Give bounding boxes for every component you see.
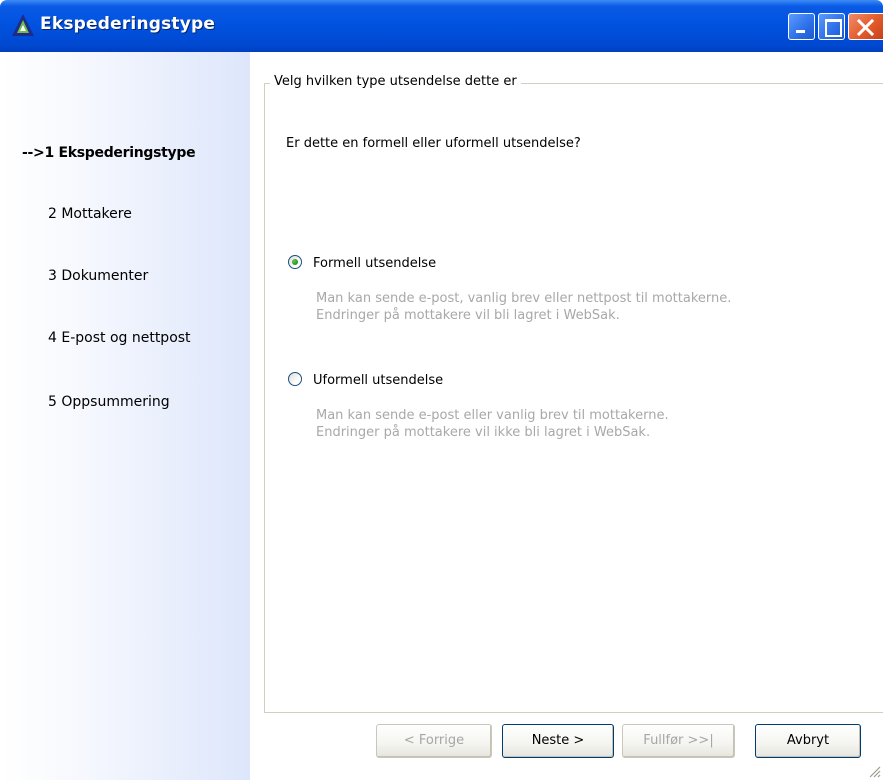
informal-radio[interactable] [288, 372, 302, 386]
informal-description-line1: Man kan sende e-post eller vanlig brev t… [316, 408, 669, 423]
window-title: Ekspederingstype [40, 14, 216, 34]
finish-button[interactable]: Fullfør >>| [622, 724, 735, 758]
step-mottakere: 2 Mottakere [48, 206, 132, 222]
minimize-button[interactable] [788, 13, 815, 40]
app-logo-icon [12, 14, 34, 36]
cancel-button[interactable]: Avbryt [755, 724, 861, 758]
dispatch-type-group [264, 83, 883, 713]
step-e-post-og-nettpost: 4 E-post og nettpost [48, 330, 191, 346]
close-icon [857, 19, 874, 36]
close-button[interactable] [848, 13, 883, 40]
formal-description-line2: Endringer på mottakere vil bli lagret i … [316, 308, 620, 323]
informal-radio-label[interactable]: Uformell utsendelse [313, 373, 443, 388]
question-text: Er dette en formell eller uformell utsen… [286, 136, 581, 151]
formal-radio-label[interactable]: Formell utsendelse [313, 256, 436, 271]
formal-description-line1: Man kan sende e-post, vanlig brev eller … [316, 291, 732, 306]
wizard-steps-pane: -->1 Ekspederingstype 2 Mottakere 3 Doku… [0, 52, 250, 780]
step-oppsummering: 5 Oppsummering [48, 394, 170, 410]
next-button[interactable]: Neste > [502, 724, 614, 758]
step-ekspederingstype: -->1 Ekspederingstype [22, 145, 196, 161]
formal-radio[interactable] [288, 255, 302, 269]
title-bar[interactable]: Ekspederingstype [0, 0, 883, 52]
resize-grip-icon[interactable] [867, 764, 881, 778]
back-button[interactable]: < Forrige [376, 724, 492, 758]
informal-description-line2: Endringer på mottakere vil ikke bli lagr… [316, 425, 651, 440]
step-dokumenter: 3 Dokumenter [48, 268, 149, 284]
group-title: Velg hvilken type utsendelse dette er [270, 74, 521, 89]
maximize-button[interactable] [818, 13, 845, 40]
